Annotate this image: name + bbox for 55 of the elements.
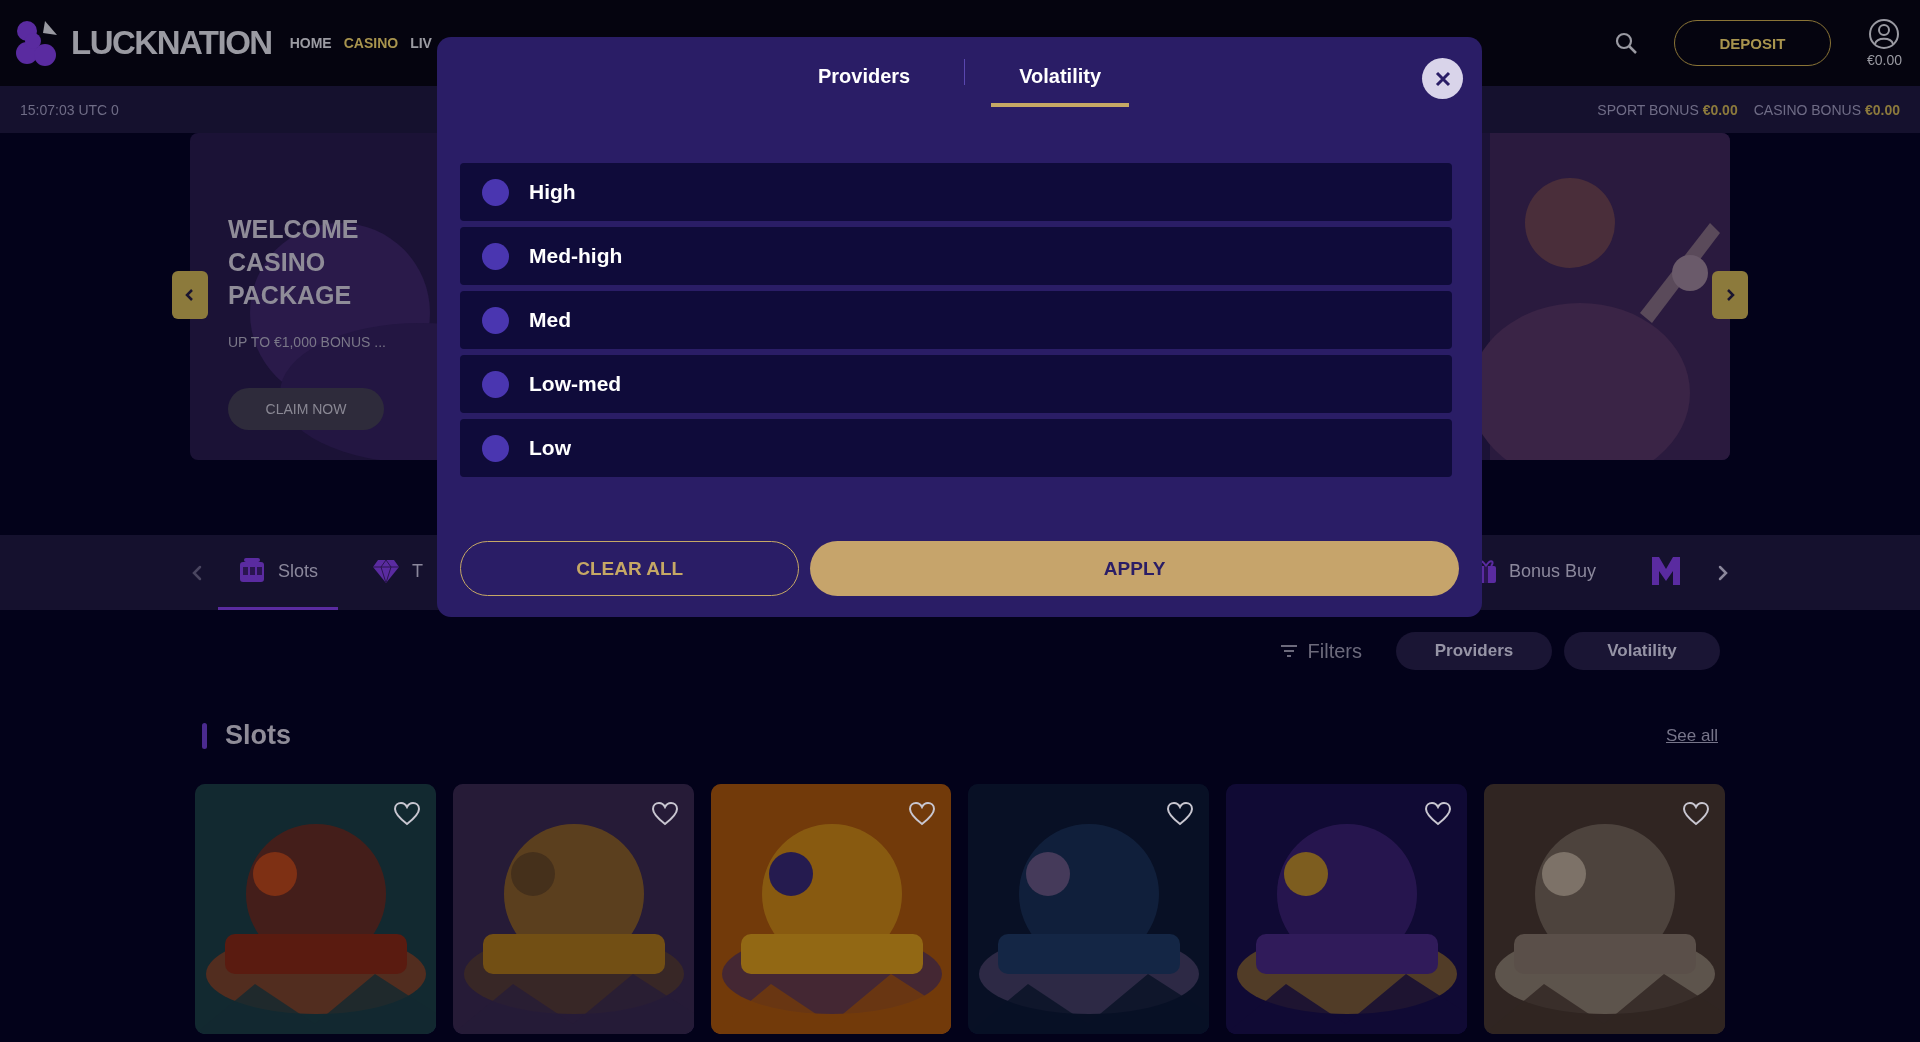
see-all-link[interactable]: See all bbox=[1666, 725, 1718, 746]
radio-button[interactable] bbox=[482, 306, 509, 334]
brand-logo-icon bbox=[1650, 555, 1682, 587]
volatility-option[interactable]: Med-high bbox=[460, 227, 1452, 285]
previous-button[interactable] bbox=[172, 271, 208, 319]
chevron-left-icon bbox=[184, 287, 196, 303]
nav-link[interactable]: LIV bbox=[410, 34, 432, 52]
heart-icon[interactable] bbox=[651, 802, 678, 826]
heart-icon[interactable] bbox=[1167, 802, 1194, 826]
option-label: Low-med bbox=[529, 372, 622, 396]
volatility-option[interactable]: Low bbox=[460, 419, 1452, 477]
heart-icon[interactable] bbox=[909, 802, 936, 826]
balance-text: €0.00 bbox=[1866, 52, 1902, 68]
option-label: Low bbox=[529, 436, 571, 460]
close-button[interactable] bbox=[1422, 58, 1463, 99]
claim-button[interactable]: CLAIM NOW bbox=[228, 388, 384, 430]
category-tab[interactable]: T bbox=[352, 535, 444, 610]
radio-button[interactable] bbox=[482, 178, 509, 206]
next-button[interactable] bbox=[1712, 271, 1748, 319]
search-icon[interactable] bbox=[1613, 31, 1638, 55]
filter-button[interactable]: Providers bbox=[1396, 632, 1552, 670]
bonus-text: CASINO BONUS €0.00 bbox=[1753, 101, 1900, 118]
filter-icon bbox=[1279, 644, 1298, 658]
apply-button[interactable]: APPLY bbox=[810, 541, 1459, 596]
clock-text: 15:07:03 UTC 0 bbox=[20, 101, 119, 118]
volatility-option[interactable]: High bbox=[460, 163, 1452, 221]
filter-button[interactable]: Volatility bbox=[1564, 632, 1720, 670]
heart-icon[interactable] bbox=[1425, 802, 1452, 826]
nav-link[interactable]: CASINO bbox=[343, 34, 399, 52]
heart-icon[interactable] bbox=[1682, 802, 1709, 826]
diamond-icon bbox=[372, 558, 401, 584]
dialog-tab[interactable]: Providers bbox=[789, 37, 939, 107]
user-icon[interactable] bbox=[1868, 18, 1901, 50]
option-label: Med bbox=[529, 308, 571, 332]
section-title: Slots bbox=[225, 720, 291, 751]
volatility-option[interactable]: Med bbox=[460, 291, 1452, 349]
category-tab[interactable]: Slots bbox=[218, 535, 339, 610]
option-label: Med-high bbox=[529, 244, 623, 268]
logo-text: LUCKNATION bbox=[71, 24, 272, 62]
hero-subtitle: UP TO €1,000 BONUS ... bbox=[228, 334, 386, 350]
volatility-option[interactable]: Low-med bbox=[460, 355, 1452, 413]
option-label: High bbox=[529, 180, 576, 204]
heart-icon[interactable] bbox=[393, 802, 420, 826]
filters-label: Filters bbox=[1307, 639, 1362, 663]
dialog-tab[interactable]: Volatility bbox=[991, 37, 1130, 107]
radio-button[interactable] bbox=[482, 242, 509, 270]
accent-bar bbox=[202, 722, 207, 749]
nav-link[interactable]: HOME bbox=[289, 34, 332, 52]
radio-button[interactable] bbox=[482, 434, 509, 462]
bonus-text: SPORT BONUS €0.00 bbox=[1597, 101, 1738, 118]
hero-title: WELCOME CASINO PACKAGE bbox=[228, 214, 360, 311]
slot-machine-icon bbox=[238, 558, 266, 584]
radio-button[interactable] bbox=[482, 370, 509, 398]
chevron-right-icon bbox=[1724, 287, 1736, 303]
close-icon bbox=[1434, 70, 1451, 87]
